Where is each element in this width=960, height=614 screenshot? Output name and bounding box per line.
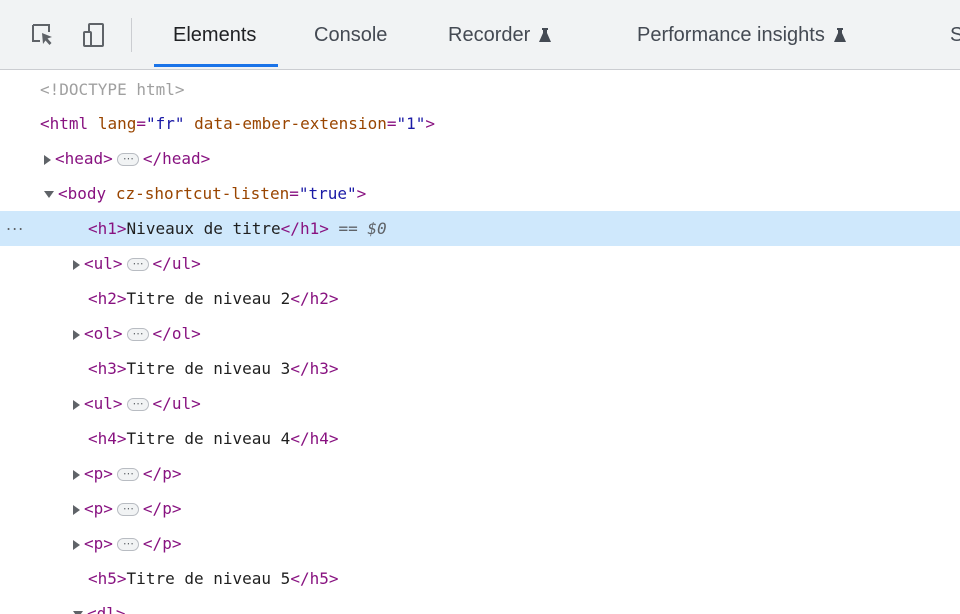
collapsed-ellipsis-icon[interactable]: ⋯ [116,538,139,551]
more-actions-icon[interactable]: ... [6,207,24,242]
collapsed-ellipsis-icon[interactable]: ⋯ [116,503,139,516]
expand-arrow-icon[interactable] [73,329,80,340]
tree-row-body[interactable]: <body cz-shortcut-listen="true"> [0,176,960,211]
dom-tree: <!DOCTYPE html> <html lang="fr" data-emb… [0,72,960,614]
devtools-panel: Elements Console Recorder Performance in… [0,0,960,614]
tree-row-h4[interactable]: <h4>Titre de niveau 4</h4> [0,421,960,456]
tab-elements-label: Elements [173,23,257,46]
tree-row-p-2[interactable]: <p> ⋯ </p> [0,491,960,526]
tree-row-ol[interactable]: <ol> ⋯ </ol> [0,316,960,351]
expand-arrow-icon[interactable] [73,539,80,550]
tree-row-html[interactable]: <html lang="fr" data-ember-extension="1"… [0,106,960,141]
tab-recorder-label: Recorder [448,23,531,46]
current-node-marker: == $0 [338,219,387,238]
tree-row-ul[interactable]: <ul> ⋯ </ul> [0,246,960,281]
collapsed-ellipsis-icon[interactable]: ⋯ [116,153,139,166]
tree-row-p[interactable]: <p> ⋯ </p> [0,456,960,491]
tree-row-doctype[interactable]: <!DOCTYPE html> [0,72,960,107]
collapse-arrow-icon[interactable] [44,191,54,198]
devtools-toolbar: Elements Console Recorder Performance in… [0,0,960,70]
tab-performance-label: Performance insights [637,23,825,46]
tab-elements[interactable]: Elements [153,0,279,70]
flask-icon [539,28,552,42]
doctype-node: <!DOCTYPE html> [40,80,185,99]
tab-recorder[interactable]: Recorder [448,0,552,70]
select-element-icon[interactable] [28,20,58,50]
expand-arrow-icon[interactable] [73,469,80,480]
tree-row-h2[interactable]: <h2>Titre de niveau 2</h2> [0,281,960,316]
tab-sources[interactable]: S [950,0,960,70]
collapsed-ellipsis-icon[interactable]: ⋯ [126,398,149,411]
expand-arrow-icon[interactable] [73,504,80,515]
html-tag: html [49,114,89,133]
collapsed-ellipsis-icon[interactable]: ⋯ [116,468,139,481]
tree-row-head[interactable]: <head> ⋯ </head> [0,141,960,176]
expand-arrow-icon[interactable] [73,259,80,270]
collapsed-ellipsis-icon[interactable]: ⋯ [126,328,149,341]
tab-sources-label: S [950,23,960,46]
tree-row-dl[interactable]: <dl> [0,596,960,614]
toolbar-divider [131,18,132,52]
tab-console[interactable]: Console [314,0,387,70]
tree-row-h5[interactable]: <h5>Titre de niveau 5</h5> [0,561,960,596]
tree-row-ul-2[interactable]: <ul> ⋯ </ul> [0,386,960,421]
device-toolbar-icon[interactable] [80,20,110,50]
expand-arrow-icon[interactable] [44,154,51,165]
tree-row-selected-h1[interactable]: ... <h1>Niveaux de titre</h1> == $0 [0,211,960,246]
flask-icon [833,28,846,42]
tab-console-label: Console [314,23,388,46]
tree-row-p-3[interactable]: <p> ⋯ </p> [0,526,960,561]
expand-arrow-icon[interactable] [73,399,80,410]
tab-performance-insights[interactable]: Performance insights [637,0,847,70]
collapsed-ellipsis-icon[interactable]: ⋯ [126,258,149,271]
tree-row-h3[interactable]: <h3>Titre de niveau 3</h3> [0,351,960,386]
